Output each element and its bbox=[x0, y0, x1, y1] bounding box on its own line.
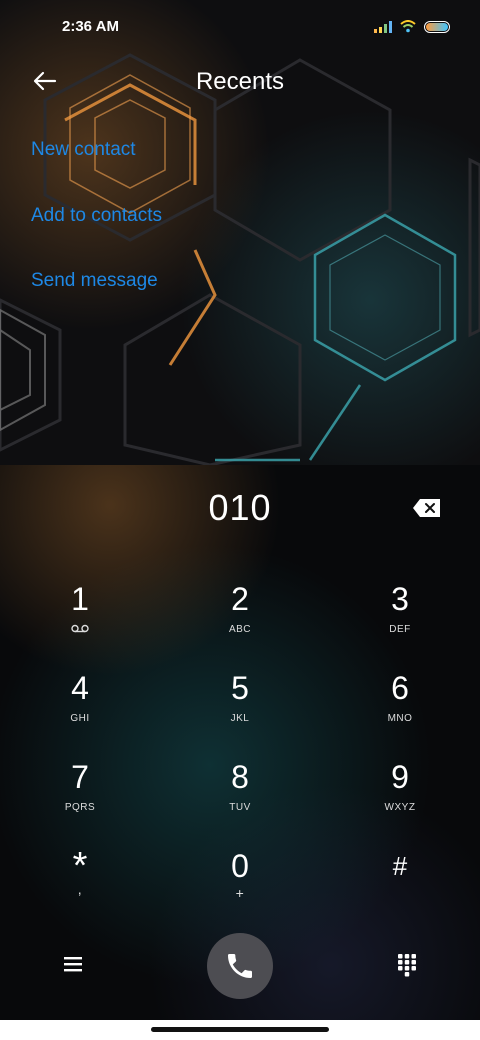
key-digit: 8 bbox=[231, 759, 249, 795]
key-digit: 7 bbox=[71, 759, 89, 795]
status-icons bbox=[374, 20, 450, 33]
menu-icon[interactable] bbox=[63, 955, 83, 973]
key-digit: 1 bbox=[71, 581, 89, 617]
status-time: 2:36 AM bbox=[62, 18, 119, 35]
key-letters: JKL bbox=[230, 713, 250, 724]
key-8[interactable]: 8 TUV bbox=[180, 758, 300, 813]
key-1[interactable]: 1 bbox=[20, 580, 140, 638]
home-handle[interactable] bbox=[151, 1027, 329, 1032]
key-digit: 9 bbox=[391, 759, 409, 795]
keypad-icon[interactable] bbox=[397, 953, 417, 977]
key-digit: 4 bbox=[71, 670, 89, 706]
key-3[interactable]: 3 DEF bbox=[340, 580, 460, 635]
battery-icon bbox=[424, 20, 450, 33]
key-0[interactable]: 0 + bbox=[180, 847, 300, 901]
key-4[interactable]: 4 GHI bbox=[20, 669, 140, 724]
voicemail-icon bbox=[71, 624, 89, 633]
key-digit: * bbox=[72, 845, 88, 887]
key-letters: TUV bbox=[229, 802, 251, 813]
key-2[interactable]: 2 ABC bbox=[180, 580, 300, 635]
key-digit: 5 bbox=[231, 670, 249, 706]
navigation-bar bbox=[0, 1020, 480, 1040]
new-contact-link[interactable]: New contact bbox=[31, 139, 136, 161]
add-to-contacts-link[interactable]: Add to contacts bbox=[31, 205, 162, 227]
key-letters: + bbox=[235, 885, 245, 901]
key-6[interactable]: 6 MNO bbox=[340, 669, 460, 724]
key-digit: 0 bbox=[231, 848, 249, 884]
signal-icon bbox=[374, 20, 392, 33]
page-title: Recents bbox=[195, 68, 285, 95]
send-message-link[interactable]: Send message bbox=[31, 270, 158, 292]
key-letters: , bbox=[77, 881, 83, 897]
key-letters: MNO bbox=[387, 713, 413, 724]
key-7[interactable]: 7 PQRS bbox=[20, 758, 140, 813]
key-digit: 3 bbox=[391, 581, 409, 617]
call-button[interactable] bbox=[207, 933, 273, 999]
key-letters: DEF bbox=[389, 624, 411, 635]
key-letters: ABC bbox=[228, 624, 252, 635]
status-bar: 2:36 AM bbox=[0, 0, 480, 56]
key-letters: WXYZ bbox=[384, 802, 416, 813]
key-star[interactable]: * , bbox=[20, 847, 140, 897]
key-letters: PQRS bbox=[64, 802, 96, 813]
header: Recents bbox=[0, 56, 480, 106]
key-5[interactable]: 5 JKL bbox=[180, 669, 300, 724]
key-digit: 2 bbox=[231, 581, 249, 617]
key-digit: # bbox=[392, 851, 408, 881]
wifi-icon bbox=[400, 20, 416, 33]
backspace-icon[interactable] bbox=[412, 498, 442, 518]
dialed-number: 010 bbox=[208, 487, 272, 528]
key-digit: 6 bbox=[391, 670, 409, 706]
key-9[interactable]: 9 WXYZ bbox=[340, 758, 460, 813]
phone-icon bbox=[228, 954, 252, 978]
key-letters: GHI bbox=[70, 713, 90, 724]
key-hash[interactable]: # bbox=[340, 847, 460, 885]
